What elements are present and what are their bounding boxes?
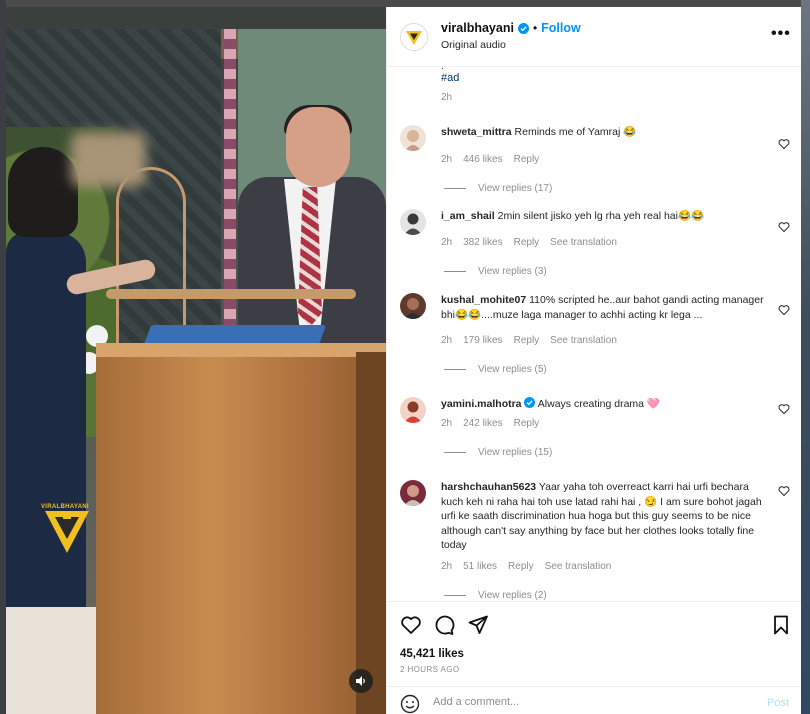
like-comment-heart-icon[interactable] <box>778 403 790 415</box>
post-header: viralbhayani • Follow Original audio ••• <box>387 7 801 67</box>
comments-list[interactable]: . #ad 2h shweta_mittra Reminds me of Yam… <box>387 67 801 601</box>
bookmark-icon[interactable] <box>770 614 792 636</box>
comment-meta: 2h 51 likes Reply See translation <box>441 561 611 572</box>
user-avatar-image <box>400 293 426 319</box>
comment-likes[interactable]: 51 likes <box>463 561 497 572</box>
like-count[interactable]: 45,421 likes <box>400 648 464 660</box>
post-sidebar: viralbhayani • Follow Original audio •••… <box>386 7 801 714</box>
blurred-face <box>71 132 146 187</box>
view-replies-button[interactable]: View replies (17) <box>444 183 552 194</box>
follow-button[interactable]: Follow <box>541 21 581 35</box>
verified-badge-icon <box>524 397 536 408</box>
post-time: 2 HOURS AGO <box>400 665 460 674</box>
comment-username[interactable]: kushal_mohite07 <box>441 294 526 306</box>
comment-username[interactable]: yamini.malhotra <box>441 398 522 410</box>
comment-meta: 2h 242 likes Reply <box>441 418 539 429</box>
view-replies-button[interactable]: View replies (15) <box>444 447 552 458</box>
share-icon[interactable] <box>467 614 489 636</box>
like-heart-icon[interactable] <box>400 614 422 636</box>
viralbhayani-logo-icon <box>406 31 422 45</box>
see-translation-button[interactable]: See translation <box>550 335 617 346</box>
comment-avatar[interactable] <box>400 293 426 319</box>
speaker-icon <box>356 676 365 686</box>
header-username[interactable]: viralbhayani <box>441 21 514 35</box>
comment-avatar[interactable] <box>400 397 426 423</box>
comment-avatar[interactable] <box>400 209 426 235</box>
view-replies-button[interactable]: View replies (5) <box>444 364 547 375</box>
comment-text: i_am_shail 2min silent jisko yeh lg rha … <box>441 209 771 224</box>
comment-time: 2h <box>441 418 453 429</box>
post-comment-button[interactable]: Post <box>767 697 789 709</box>
like-comment-heart-icon[interactable] <box>778 221 790 233</box>
like-comment-heart-icon[interactable] <box>778 485 790 497</box>
comment-likes[interactable]: 446 likes <box>463 154 502 165</box>
post-actions: 45,421 likes 2 HOURS AGO Post <box>387 601 801 714</box>
user-avatar-image <box>400 480 426 506</box>
view-replies-button[interactable]: View replies (3) <box>444 266 547 277</box>
like-comment-heart-icon[interactable] <box>778 304 790 316</box>
audio-label[interactable]: Original audio <box>441 39 506 51</box>
user-avatar-image <box>400 397 426 423</box>
comment-time: 2h <box>441 561 453 572</box>
reply-button[interactable]: Reply <box>514 237 540 248</box>
comment-likes[interactable]: 382 likes <box>463 237 502 248</box>
more-options-button[interactable]: ••• <box>771 26 791 42</box>
comment-meta: 2h 446 likes Reply <box>441 154 539 165</box>
comment-input[interactable] <box>433 696 733 708</box>
reply-button[interactable]: Reply <box>508 561 534 572</box>
verified-badge-icon <box>517 22 529 34</box>
comment-username[interactable]: harshchauhan5623 <box>441 481 536 493</box>
comment-content: 2min silent jisko yeh lg rha yeh real ha… <box>497 210 705 222</box>
comment-content: Always creating drama 🩷 <box>537 398 660 410</box>
comment-text: yamini.malhotra Always creating drama 🩷 <box>441 397 771 412</box>
comment-meta: 2h 179 likes Reply See translation <box>441 335 617 346</box>
emoji-icon[interactable] <box>400 694 420 714</box>
audio-toggle-button[interactable] <box>349 669 373 693</box>
comment-avatar[interactable] <box>400 480 426 506</box>
header-separator: • <box>532 21 538 35</box>
video-player[interactable]: VIRALBHAYANI <box>6 7 386 714</box>
user-avatar-image <box>400 125 426 151</box>
comment-time: 2h <box>441 335 453 346</box>
comment-text: harshchauhan5623 Yaar yaha toh overreact… <box>441 480 771 553</box>
comment-username[interactable]: shweta_mittra <box>441 126 512 138</box>
like-comment-heart-icon[interactable] <box>778 138 790 150</box>
comment-time: 2h <box>441 237 453 248</box>
see-translation-button[interactable]: See translation <box>550 237 617 248</box>
comment-text: shweta_mittra Reminds me of Yamraj 😂 <box>441 125 771 140</box>
backdrop-top <box>0 0 810 7</box>
backdrop-right <box>801 0 810 714</box>
comment-meta: 2h 382 likes Reply See translation <box>441 237 617 248</box>
caption-hashtag[interactable]: #ad <box>441 72 459 84</box>
comment-likes[interactable]: 242 likes <box>463 418 502 429</box>
comment-text: kushal_mohite07 110% scripted he..aur ba… <box>441 293 771 322</box>
add-comment-row: Post <box>387 686 801 714</box>
reply-button[interactable]: Reply <box>514 418 540 429</box>
reply-button[interactable]: Reply <box>514 335 540 346</box>
comment-username[interactable]: i_am_shail <box>441 210 495 222</box>
video-scene-desk <box>96 343 386 714</box>
post-dialog: VIRALBHAYANI viralbhayani • Follow Origi… <box>6 7 801 714</box>
user-avatar-image <box>400 209 426 235</box>
viralbhayani-logo-watermark <box>45 511 89 553</box>
header-user-row: viralbhayani • Follow <box>441 21 581 35</box>
caption-time: 2h <box>441 92 453 103</box>
comment-likes[interactable]: 179 likes <box>463 335 502 346</box>
avatar[interactable] <box>400 23 428 51</box>
reply-button[interactable]: Reply <box>514 154 540 165</box>
view-replies-button[interactable]: View replies (2) <box>444 590 547 601</box>
comment-time: 2h <box>441 154 453 165</box>
comment-icon[interactable] <box>433 614 455 636</box>
see-translation-button[interactable]: See translation <box>545 561 612 572</box>
comment-avatar[interactable] <box>400 125 426 151</box>
comment-content: Reminds me of Yamraj 😂 <box>514 126 637 138</box>
